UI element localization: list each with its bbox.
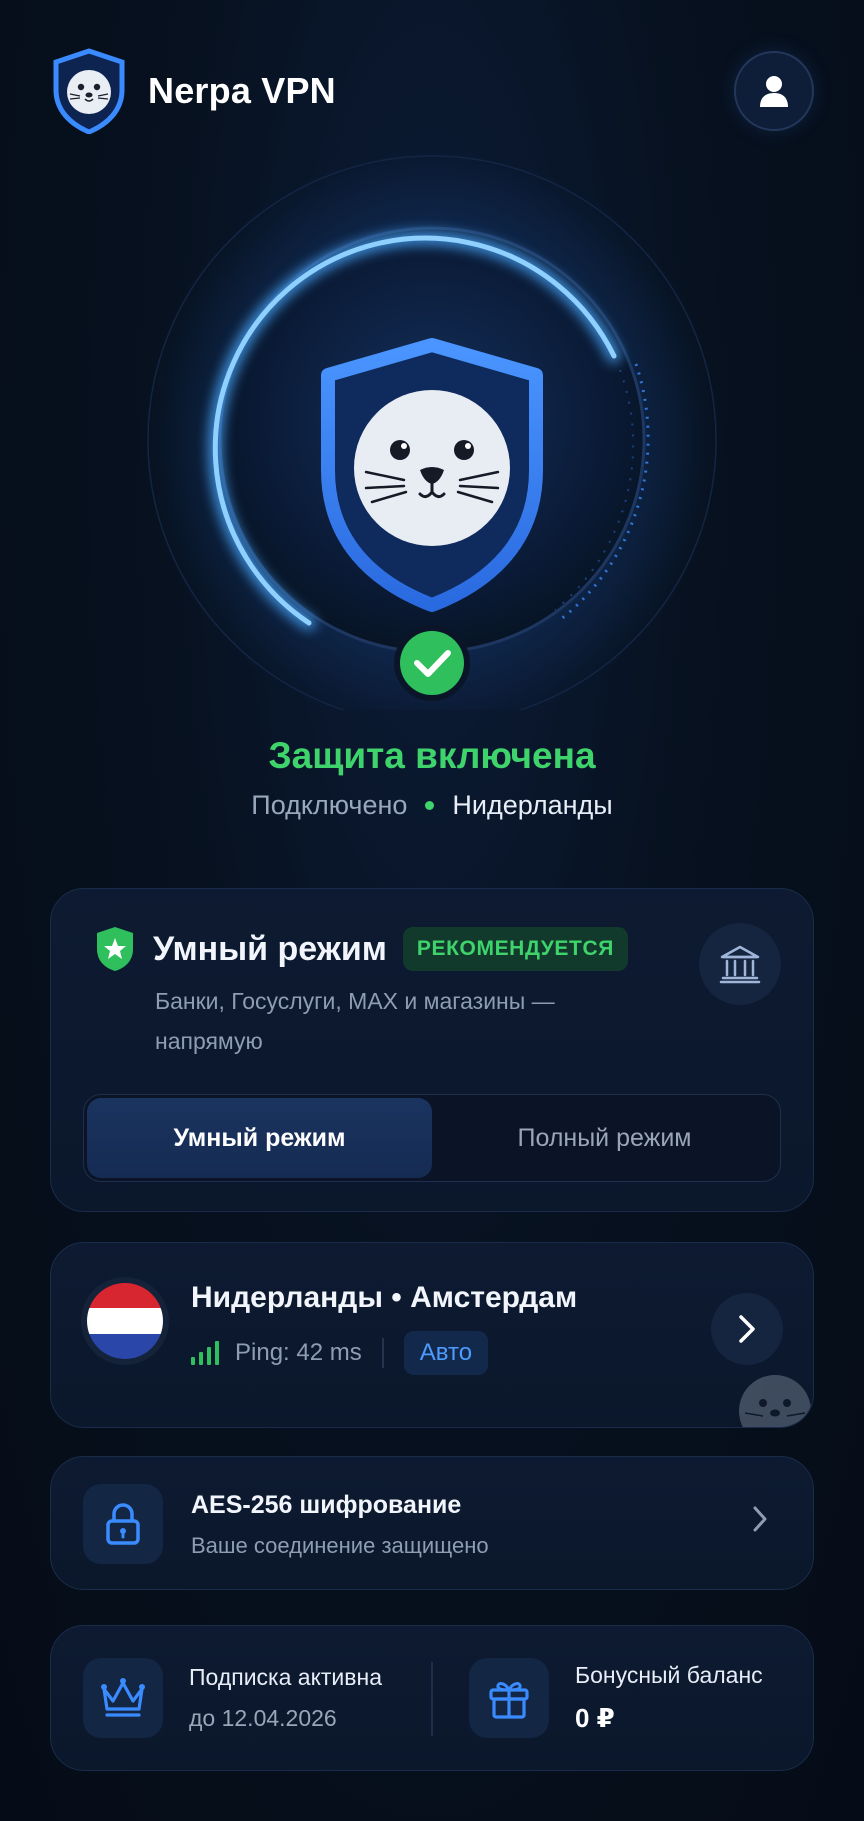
app-name: Nerpa VPN (148, 70, 336, 111)
app-header: Nerpa VPN (52, 48, 814, 134)
routing-mode-card: Умный режим РЕКОМЕНДУЕТСЯ Банки, Госуслу… (50, 888, 814, 1212)
encryption-subtitle: Ваше соединение защищено (191, 1533, 489, 1558)
account-summary-card: Подписка активна до 12.04.2026 Бонусный … (50, 1625, 814, 1771)
user-icon (760, 76, 788, 107)
ping-value: Ping: 42 ms (235, 1339, 362, 1366)
bonus-section[interactable]: Бонусный баланс 0 ₽ (469, 1658, 763, 1738)
crown-icon-tile (83, 1658, 163, 1738)
bank-icon-button[interactable] (699, 923, 781, 1005)
bonus-title: Бонусный баланс (575, 1662, 763, 1688)
check-icon (400, 631, 464, 695)
protection-status-title: Защита включена (268, 735, 596, 776)
subscription-section[interactable]: Подписка активна до 12.04.2026 (83, 1658, 382, 1738)
server-meta: Ping: 42 ms Авто (191, 1331, 489, 1375)
segment-smart-mode[interactable]: Умный режим (87, 1098, 432, 1178)
profile-button[interactable] (734, 51, 814, 131)
status-dot (425, 801, 435, 810)
lock-icon (106, 1503, 140, 1545)
bonus-value: 0 ₽ (575, 1703, 615, 1733)
star-shield-icon (97, 927, 133, 971)
gift-icon-tile (469, 1658, 549, 1738)
mode-title: Умный режим (153, 929, 387, 968)
mode-header: Умный режим РЕКОМЕНДУЕТСЯ (93, 925, 628, 973)
connection-status-graphic[interactable] (0, 150, 864, 710)
server-name: Нидерланды • Амстердам (191, 1281, 578, 1314)
subscription-expiry: до 12.04.2026 (189, 1705, 337, 1731)
encryption-title: AES-256 шифрование (191, 1491, 462, 1519)
signal-bars-icon (191, 1341, 219, 1365)
crown-icon (101, 1678, 145, 1717)
chevron-right-icon (753, 1506, 767, 1532)
recommended-badge: РЕКОМЕНДУЕТСЯ (402, 927, 628, 971)
chevron-right-icon (739, 1315, 755, 1343)
bank-icon (719, 945, 761, 984)
connection-state: Подключено (251, 790, 408, 820)
connection-status-line: Подключено Нидерланды (0, 790, 864, 821)
netherlands-flag-icon (87, 1283, 163, 1359)
server-select-button[interactable] (711, 1293, 783, 1365)
subscription-title: Подписка активна (189, 1664, 382, 1690)
seal-watermark-icon (739, 1375, 811, 1427)
encryption-card[interactable]: AES-256 шифрование Ваше соединение защищ… (50, 1456, 814, 1590)
connection-location: Нидерланды (452, 790, 613, 820)
divider (431, 1662, 433, 1736)
mode-segmented-control: Умный режим Полный режим (83, 1094, 781, 1182)
segment-full-mode[interactable]: Полный режим (432, 1098, 777, 1178)
seal-shield-icon (53, 48, 125, 134)
server-card[interactable]: Нидерланды • Амстердам Ping: 42 ms Авто (50, 1242, 814, 1428)
gift-icon (489, 1682, 529, 1719)
brand: Nerpa VPN (52, 48, 336, 134)
auto-badge: Авто (403, 1331, 489, 1375)
divider (381, 1338, 384, 1368)
mode-description: Банки, Госуслуги, MAX и магазины — напря… (155, 988, 555, 1054)
lock-icon-tile (83, 1484, 163, 1564)
